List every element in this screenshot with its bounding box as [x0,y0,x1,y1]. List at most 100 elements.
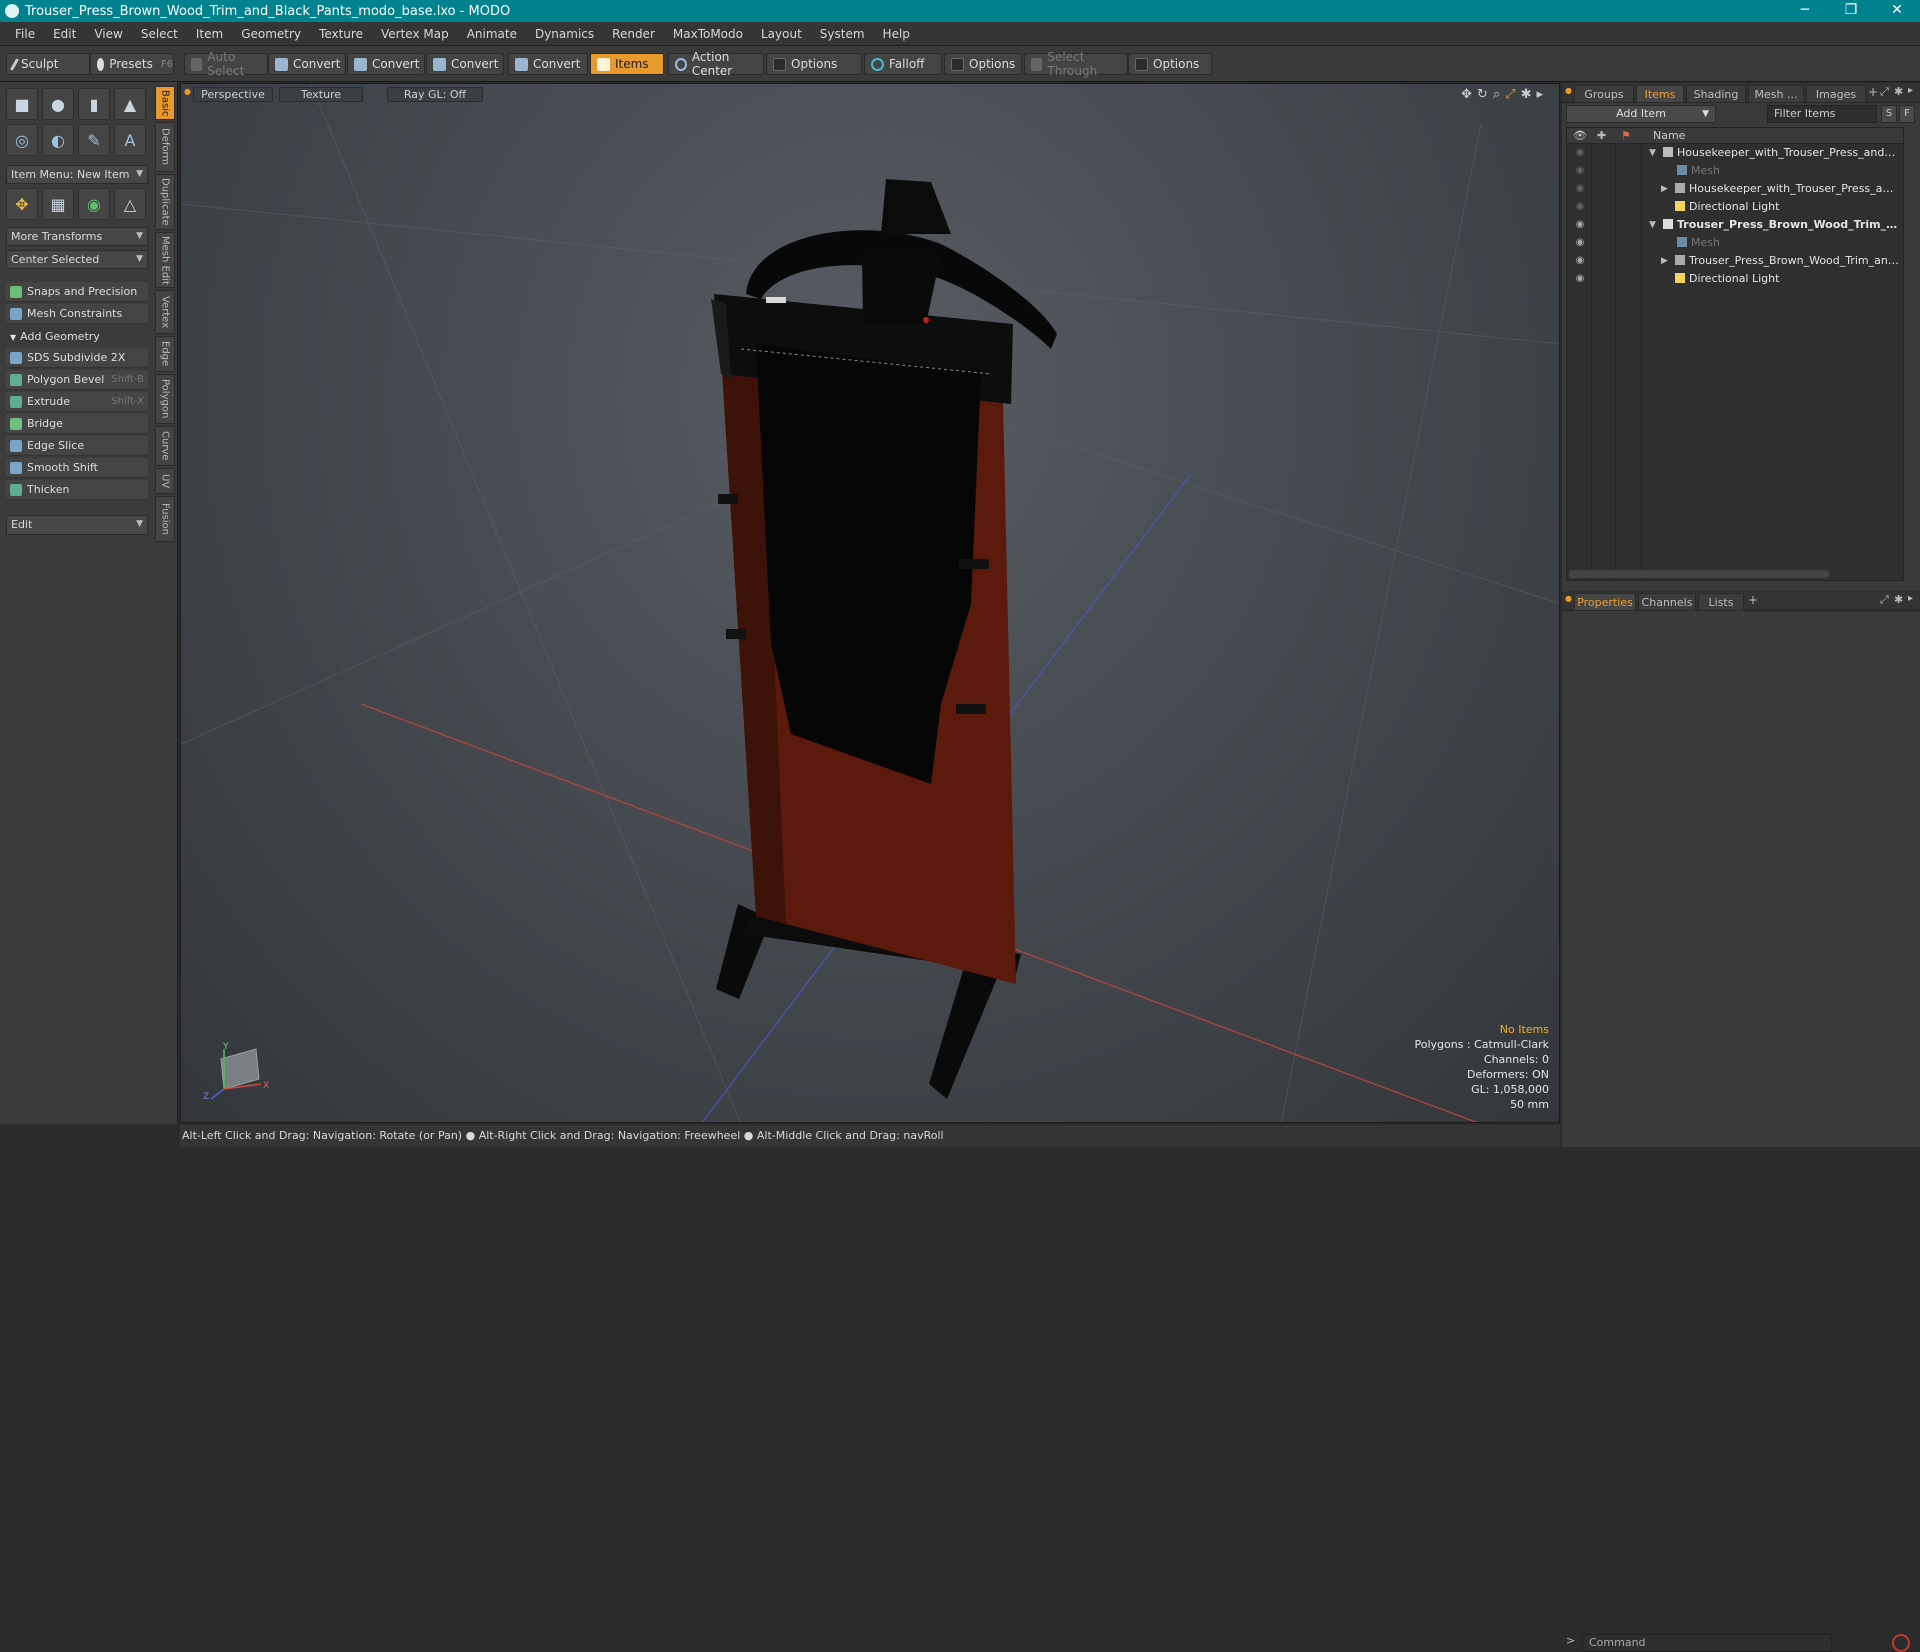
tool-bridge[interactable]: Bridge [6,414,148,434]
menu-select[interactable]: Select [132,27,187,41]
falloff-button[interactable]: Falloff [864,53,942,75]
menu-maxtomodo[interactable]: MaxToModo [664,27,752,41]
visibility-eye-icon[interactable]: ◉ [1573,162,1587,180]
expand-arrow-icon[interactable]: ▶ [1661,180,1668,198]
panel-menu-icon[interactable]: ● [1565,86,1572,95]
menu-system[interactable]: System [811,27,874,41]
tab-groups[interactable]: Groups [1574,85,1634,103]
grid-icon[interactable]: ▦ [42,188,74,220]
maximize-view-icon[interactable]: ⤢ [1505,87,1515,102]
add-geometry-header[interactable]: ▼ Add Geometry [6,328,148,346]
vtab-edge[interactable]: Edge [155,336,175,372]
add-tab-icon[interactable]: + [1748,593,1758,607]
move-view-icon[interactable]: ✥ [1461,87,1472,102]
menu-texture[interactable]: Texture [310,27,372,41]
scale-icon[interactable]: △ [114,188,146,220]
viewport-settings-icon[interactable]: ✱ [1521,87,1532,102]
action-center-options-button[interactable]: Options [766,53,862,75]
render-column-icon[interactable]: ⚑ [1621,128,1631,144]
pen-tool-icon[interactable]: ✎ [78,124,110,156]
expand-arrow-icon[interactable]: ▶ [1661,252,1668,270]
add-tab-icon[interactable]: + [1868,85,1878,99]
visibility-eye-icon[interactable]: ◉ [1573,252,1587,270]
tab-images[interactable]: Images [1806,85,1866,103]
vtab-curve[interactable]: Curve [155,426,175,466]
menu-geometry[interactable]: Geometry [232,27,310,41]
vtab-mesh-edit[interactable]: Mesh Edit [155,232,175,288]
menu-item[interactable]: Item [187,27,232,41]
command-input[interactable]: Command [1582,1634,1832,1652]
vtab-uv[interactable]: UV [155,468,175,494]
menu-edit[interactable]: Edit [44,27,85,41]
convert-polygons-button[interactable]: Convert [426,53,504,75]
tree-row-mesh[interactable]: ◉ Mesh [1567,234,1903,252]
tree-row-housekeeper-group[interactable]: ◉ ▶ Housekeeper_with_Trouser_Press_and_.… [1567,180,1903,198]
rotate-globe-icon[interactable]: ◉ [78,188,110,220]
collapse-arrow-icon[interactable]: ▼ [1649,216,1656,234]
collapse-arrow-icon[interactable]: ▼ [1649,144,1656,162]
select-through-button[interactable]: Select Through [1024,50,1128,78]
panel-settings-icon[interactable]: ✱ [1894,85,1903,98]
tree-row-housekeeper-scene[interactable]: ◉ ▼ Housekeeper_with_Trouser_Press_and_C… [1567,144,1903,162]
maximize-button[interactable]: ❐ [1828,0,1874,22]
vtab-basic[interactable]: Basic [155,86,175,120]
visibility-eye-icon[interactable]: ◉ [1573,198,1587,216]
vtab-vertex[interactable]: Vertex [155,290,175,334]
visibility-eye-icon[interactable]: ◉ [1573,216,1587,234]
command-stop-icon[interactable] [1892,1634,1910,1652]
convert-materials-button[interactable]: Convert [508,53,588,75]
vtab-deform[interactable]: Deform [155,122,175,172]
menu-dynamics[interactable]: Dynamics [526,27,603,41]
tool-thicken[interactable]: Thicken [6,480,148,500]
center-selected-dropdown[interactable]: Center Selected ▼ [6,250,148,269]
visibility-eye-icon[interactable]: ◉ [1573,234,1587,252]
menu-animate[interactable]: Animate [458,27,526,41]
filter-s-button[interactable]: S [1881,105,1897,123]
vtab-polygon[interactable]: Polygon [155,374,175,424]
tool-smooth-shift[interactable]: Smooth Shift [6,458,148,478]
sphere-icon[interactable]: ● [42,88,74,120]
tree-row-trouser-press-scene[interactable]: ◉ ▼ Trouser_Press_Brown_Wood_Trim_ ... [1567,216,1903,234]
tab-properties[interactable]: Properties [1574,593,1636,611]
tree-row-mesh[interactable]: ◉ Mesh [1567,162,1903,180]
tool-extrude[interactable]: Extrude Shift-X [6,392,148,412]
tree-row-directional-light[interactable]: ◉ Directional Light [1567,198,1903,216]
menu-help[interactable]: Help [874,27,919,41]
tree-row-directional-light[interactable]: ◉ Directional Light [1567,270,1903,288]
tree-row-trouser-press-group[interactable]: ◉ ▶ Trouser_Press_Brown_Wood_Trim_and_..… [1567,252,1903,270]
vtab-duplicate[interactable]: Duplicate [155,174,175,230]
viewport-menu-icon[interactable]: ● [184,87,191,96]
transform-icon[interactable]: ✥ [6,188,38,220]
select-through-options-button[interactable]: Options [1128,53,1212,75]
vtab-fusion[interactable]: Fusion [155,496,175,542]
tab-shading[interactable]: Shading [1686,85,1746,103]
minimize-button[interactable]: ─ [1782,0,1828,22]
cylinder-icon[interactable]: ▮ [78,88,110,120]
tab-items[interactable]: Items [1636,85,1684,103]
horizontal-scrollbar[interactable] [1569,570,1829,578]
item-menu-dropdown[interactable]: Item Menu: New Item ▼ [6,165,148,184]
visibility-eye-icon[interactable]: ◉ [1573,180,1587,198]
raygl-button[interactable]: Ray GL: Off [387,87,483,102]
perspective-button[interactable]: Perspective [193,87,273,102]
action-center-button[interactable]: Action Center [668,50,764,78]
expand-panel-icon[interactable]: ⤢ [1880,85,1889,99]
auto-select-button[interactable]: Auto Select [184,50,268,78]
menu-file[interactable]: File [6,27,44,41]
visibility-eye-icon[interactable]: ◉ [1573,144,1587,162]
panel-menu-icon[interactable]: ● [1565,594,1572,603]
convert-edges-button[interactable]: Convert [347,53,425,75]
command-history-icon[interactable]: > [1566,1634,1575,1647]
edit-dropdown[interactable]: Edit ▼ [6,515,148,535]
presets-button[interactable]: Presets F6 [90,53,174,75]
text-tool-icon[interactable]: A [114,124,146,156]
panel-settings-icon[interactable]: ✱ [1894,593,1903,606]
cube-icon[interactable]: ■ [6,88,38,120]
panel-more-icon[interactable]: ▸ [1908,85,1913,96]
more-transforms-dropdown[interactable]: More Transforms ▼ [6,227,148,246]
items-mode-button[interactable]: Items [590,53,664,75]
falloff-options-button[interactable]: Options [944,53,1022,75]
name-column-header[interactable]: Name [1653,128,1685,144]
texture-shading-button[interactable]: Texture [279,87,363,102]
panel-more-icon[interactable]: ▸ [1908,593,1913,604]
